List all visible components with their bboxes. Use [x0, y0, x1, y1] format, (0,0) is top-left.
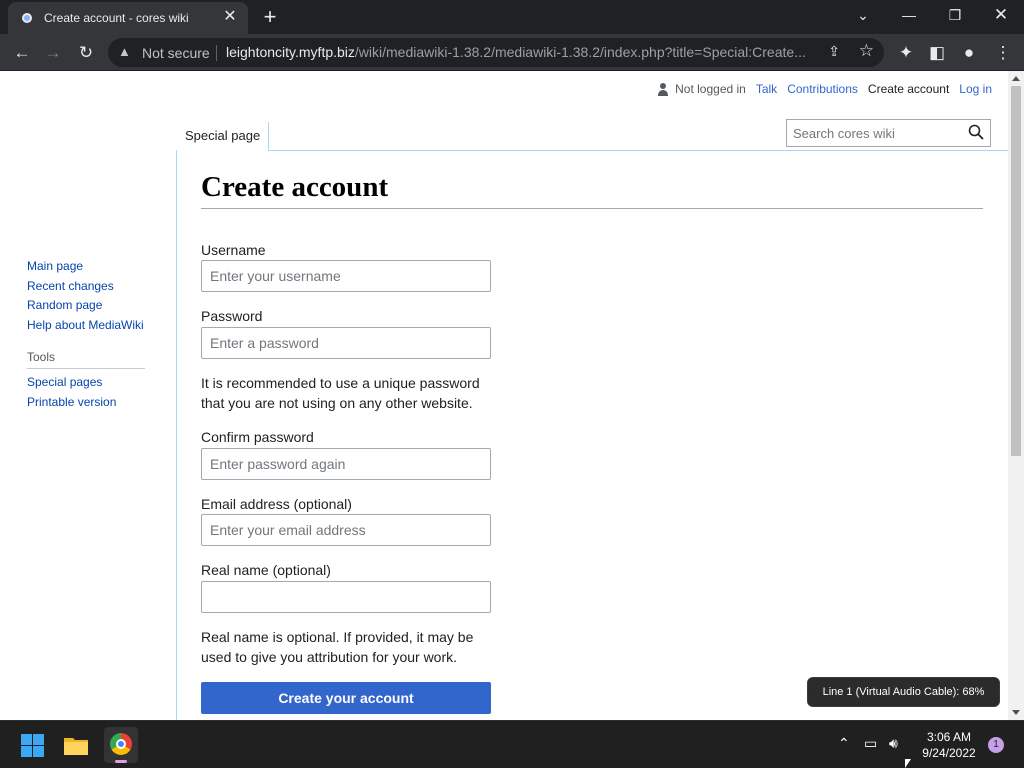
log-in-link[interactable]: Log in: [959, 82, 992, 96]
user-icon: [657, 82, 669, 96]
tab-strip: Create account - cores wiki ✕ + ⌄ — ❐ ✕: [0, 0, 1024, 34]
minimize-button[interactable]: —: [886, 0, 932, 32]
restore-button[interactable]: ❐: [932, 0, 978, 32]
sidebar-item-main-page[interactable]: Main page: [27, 257, 144, 277]
warning-icon: ▲: [118, 44, 131, 59]
tab-title: Create account - cores wiki: [44, 11, 189, 25]
network-icon[interactable]: ▭: [864, 735, 877, 752]
real-name-label: Real name (optional): [201, 562, 331, 578]
reload-icon[interactable]: ↻: [73, 40, 99, 66]
sidebar-tools: Special pages Printable version: [27, 373, 116, 412]
menu-icon[interactable]: ⋮: [990, 40, 1016, 66]
scroll-down-icon[interactable]: [1012, 710, 1020, 715]
site-favicon-icon: [22, 13, 32, 23]
search-input[interactable]: Search cores wiki: [786, 119, 991, 147]
windows-start-icon[interactable]: [18, 729, 50, 761]
back-icon[interactable]: ←: [9, 40, 35, 66]
side-panel-icon[interactable]: ◧: [924, 40, 950, 66]
url-host: leightoncity.myftp.biz: [226, 44, 355, 60]
bookmark-star-icon[interactable]: ☆: [859, 41, 874, 61]
email-label: Email address (optional): [201, 496, 352, 512]
contributions-link[interactable]: Contributions: [787, 82, 858, 96]
taskbar: ⌃ ▭ 🔊︎ 3:06 AM 9/24/2022 1: [0, 720, 1024, 768]
url-text[interactable]: leightoncity.myftp.biz/wiki/mediawiki-1.…: [226, 44, 816, 60]
search-placeholder: Search cores wiki: [793, 126, 895, 141]
notification-badge[interactable]: 1: [988, 737, 1004, 753]
password-input[interactable]: [201, 327, 491, 359]
create-account-button[interactable]: Create your account: [201, 682, 491, 714]
scroll-thumb[interactable]: [1011, 86, 1021, 456]
search-icon[interactable]: [968, 124, 984, 140]
chrome-taskbar-icon[interactable]: [104, 727, 138, 763]
sidebar-item-random-page[interactable]: Random page: [27, 296, 144, 316]
close-window-button[interactable]: ✕: [978, 0, 1024, 32]
page-scrollbar[interactable]: [1008, 71, 1024, 720]
scroll-up-icon[interactable]: [1012, 76, 1020, 81]
page-title: Create account: [201, 171, 983, 209]
real-name-help-text: Real name is optional. If provided, it m…: [201, 629, 474, 665]
confirm-password-label: Confirm password: [201, 429, 314, 445]
talk-link[interactable]: Talk: [756, 82, 777, 96]
address-bar[interactable]: ▲ Not secure leightoncity.myftp.biz/wiki…: [108, 38, 884, 67]
sidebar-item-recent-changes[interactable]: Recent changes: [27, 277, 144, 297]
active-app-indicator: [115, 760, 127, 763]
extensions-icon[interactable]: ✦: [893, 40, 919, 66]
real-name-input[interactable]: [201, 581, 491, 613]
password-label: Password: [201, 308, 263, 324]
browser-toolbar: ← → ↻ ▲ Not secure leightoncity.myftp.bi…: [0, 34, 1024, 71]
volume-tooltip: Line 1 (Virtual Audio Cable): 68%: [807, 677, 1000, 707]
create-account-link[interactable]: Create account: [868, 82, 949, 96]
username-input[interactable]: [201, 260, 491, 292]
sidebar-item-help[interactable]: Help about MediaWiki: [27, 316, 144, 336]
close-tab-icon[interactable]: ✕: [220, 7, 240, 27]
tab-search-icon[interactable]: ⌄: [840, 0, 886, 32]
not-logged-in-status: Not logged in: [675, 82, 746, 96]
browser-tab[interactable]: Create account - cores wiki ✕: [8, 2, 248, 34]
confirm-password-input[interactable]: [201, 448, 491, 480]
security-status: Not secure: [142, 45, 210, 61]
username-label: Username: [201, 242, 266, 258]
profile-icon[interactable]: ●: [956, 40, 982, 66]
personal-tools: Not logged in Talk Contributions Create …: [647, 82, 992, 96]
volume-icon[interactable]: 🔊︎: [889, 735, 898, 752]
sidebar-navigation: Main page Recent changes Random page Hel…: [27, 257, 144, 335]
sidebar-item-special-pages[interactable]: Special pages: [27, 373, 116, 393]
show-hidden-icons-icon[interactable]: ⌃: [838, 735, 850, 752]
file-explorer-icon[interactable]: [60, 729, 92, 761]
chrome-logo-core: [116, 739, 126, 749]
tools-heading: Tools: [27, 350, 145, 369]
clock-time: 3:06 AM: [926, 730, 972, 744]
share-icon[interactable]: ⇪: [828, 43, 840, 60]
sidebar-item-printable-version[interactable]: Printable version: [27, 393, 116, 413]
email-input[interactable]: [201, 514, 491, 546]
mouse-cursor-icon: [905, 759, 911, 768]
new-tab-button[interactable]: +: [258, 6, 282, 30]
clock-date: 9/24/2022: [922, 746, 976, 760]
tab-special-page[interactable]: Special page: [177, 122, 270, 152]
wiki-page: Not logged in Talk Contributions Create …: [0, 71, 1008, 720]
system-clock[interactable]: 3:06 AM 9/24/2022: [912, 729, 986, 761]
forward-icon[interactable]: →: [40, 40, 66, 66]
url-path: /wiki/mediawiki-1.38.2/mediawiki-1.38.2/…: [354, 44, 806, 60]
address-separator: [216, 45, 217, 61]
password-help-text: It is recommended to use a unique passwo…: [201, 375, 480, 411]
